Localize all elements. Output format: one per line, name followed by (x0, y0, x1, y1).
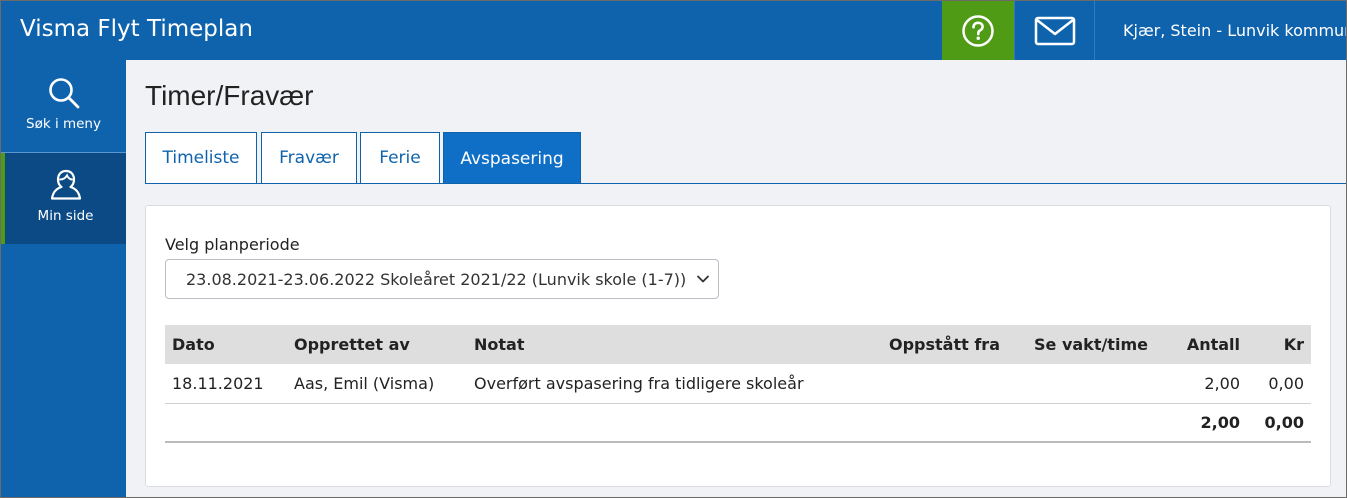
period-select[interactable]: 23.08.2021-23.06.2022 Skoleåret 2021/22 … (165, 259, 719, 299)
page-title: Timer/Fravær (145, 80, 314, 111)
tab-fravaer[interactable]: Fravær (261, 132, 357, 183)
user-name: Kjær, Stein - Lunvik kommune (1123, 21, 1346, 40)
tab-avspasering[interactable]: Avspasering (443, 132, 581, 184)
sidebar-item-label: Søk i meny (26, 116, 101, 132)
top-bar: Visma Flyt Timeplan Kjær, Stein - Lunvik… (1, 1, 1346, 60)
avspasering-table: Dato Opprettet av Notat Oppstått fra Se … (165, 325, 1311, 443)
table-total-row: 2,00 0,00 (165, 403, 1311, 443)
sidebar-item-search-menu[interactable]: Søk i meny (1, 60, 126, 152)
cell-opprettet-av: Aas, Emil (Visma) (287, 364, 467, 404)
help-button[interactable] (942, 1, 1014, 60)
total-kr: 0,00 (1247, 403, 1311, 443)
col-header-se-vakt[interactable]: Se vakt/time (1027, 325, 1167, 364)
content-card: Velg planperiode 23.08.2021-23.06.2022 S… (145, 205, 1331, 487)
col-header-opprettet-av[interactable]: Opprettet av (287, 325, 467, 364)
cell-dato: 18.11.2021 (165, 364, 287, 404)
chevron-down-icon (697, 275, 709, 283)
sidebar: Søk i meny Min side (1, 60, 126, 497)
period-selected-value: 23.08.2021-23.06.2022 Skoleåret 2021/22 … (186, 269, 687, 289)
user-icon (50, 169, 81, 200)
col-header-antall[interactable]: Antall (1167, 325, 1247, 364)
envelope-icon (1034, 16, 1075, 45)
cell-antall: 2,00 (1167, 364, 1247, 404)
table-row[interactable]: 18.11.2021 Aas, Emil (Visma) Overført av… (165, 364, 1311, 404)
sidebar-item-label: Min side (37, 208, 94, 224)
col-header-dato[interactable]: Dato (165, 325, 287, 364)
app-title[interactable]: Visma Flyt Timeplan (20, 16, 253, 42)
question-circle-icon (962, 14, 994, 47)
tabs-underline (145, 183, 1346, 184)
main-content: Timer/Fravær Timeliste Fravær Ferie Avsp… (126, 60, 1346, 497)
col-header-oppstatt-fra[interactable]: Oppstått fra (882, 325, 1027, 364)
messages-button[interactable] (1014, 1, 1095, 60)
cell-kr: 0,00 (1247, 364, 1311, 404)
total-antall: 2,00 (1167, 403, 1247, 443)
cell-oppstatt-fra (882, 364, 1027, 404)
user-menu[interactable]: Kjær, Stein - Lunvik kommune (1095, 1, 1346, 60)
tab-timeliste[interactable]: Timeliste (145, 132, 257, 183)
cell-notat: Overført avspasering fra tidligere skole… (467, 364, 882, 404)
search-icon (48, 78, 79, 109)
tab-ferie[interactable]: Ferie (360, 132, 440, 183)
sidebar-item-min-side[interactable]: Min side (1, 153, 126, 244)
cell-se-vakt (1027, 364, 1167, 404)
col-header-kr[interactable]: Kr (1247, 325, 1311, 364)
table-header-row: Dato Opprettet av Notat Oppstått fra Se … (165, 325, 1311, 364)
col-header-notat[interactable]: Notat (467, 325, 882, 364)
period-label: Velg planperiode (165, 235, 300, 254)
